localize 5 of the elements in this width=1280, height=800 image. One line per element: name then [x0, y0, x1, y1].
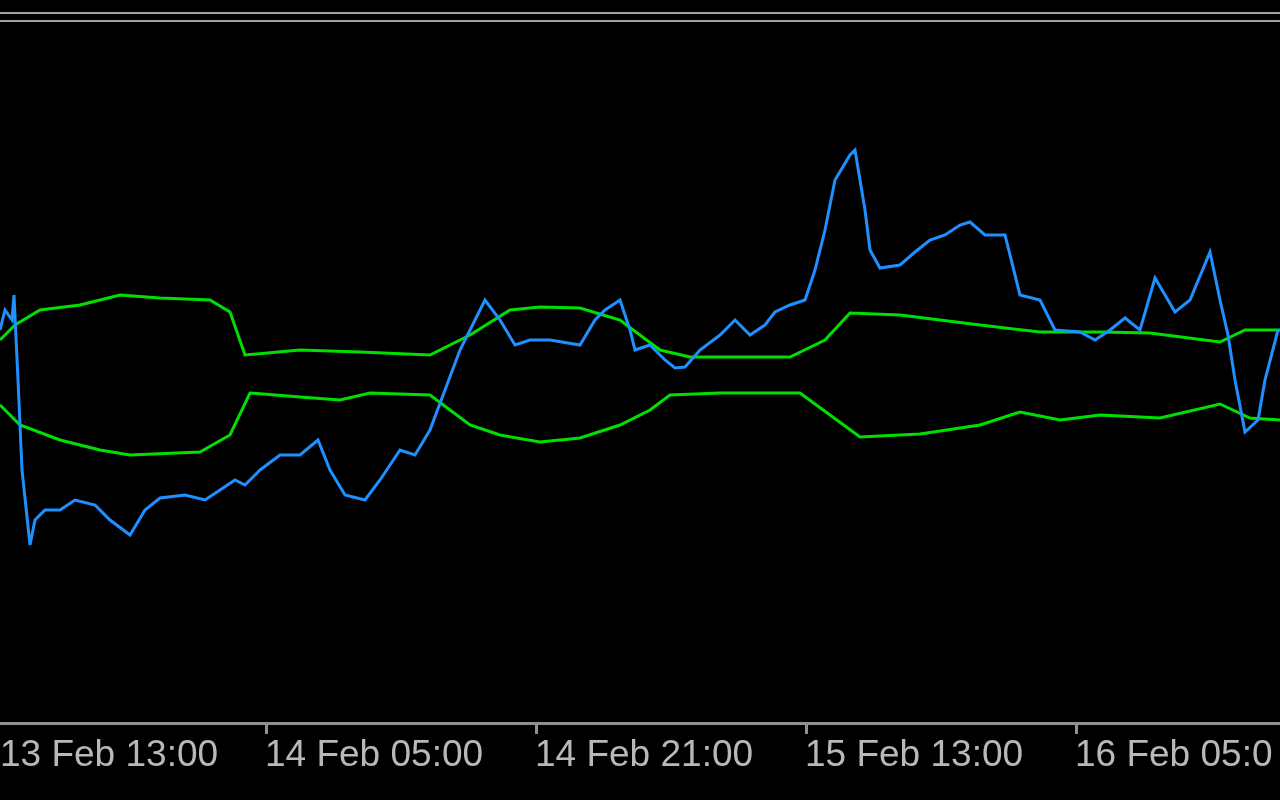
axis-time-label: 13 Feb 13:00 [0, 732, 219, 774]
axis-time-label: 16 Feb 05:0 [1075, 732, 1273, 774]
axis-time-label: 14 Feb 21:00 [535, 732, 754, 774]
axis-time-label: 15 Feb 13:00 [805, 732, 1024, 774]
axis-time-label: 14 Feb 05:00 [265, 732, 484, 774]
